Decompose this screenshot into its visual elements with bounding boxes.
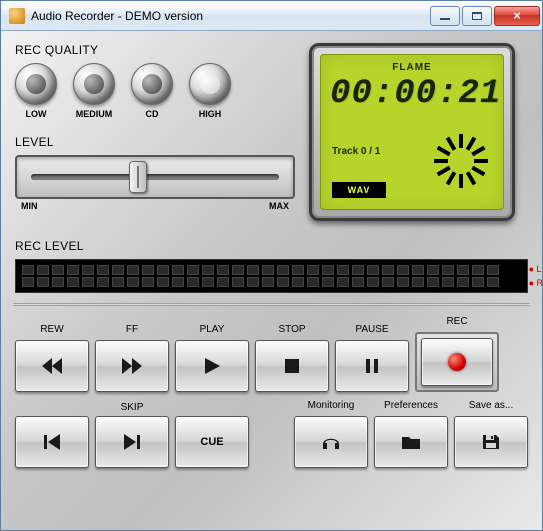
level-label: LEVEL <box>15 135 295 149</box>
folder-icon <box>399 432 423 452</box>
pause-button[interactable] <box>335 340 409 392</box>
saveas-label: Save as... <box>469 400 513 414</box>
stop-label: STOP <box>278 324 305 338</box>
play-label: PLAY <box>200 324 225 338</box>
bottom-controls: SKIP CUE Monitoring Preferences Sav <box>15 400 528 468</box>
lcd-time: 00:00:21 <box>330 75 494 113</box>
lcd-display-frame: FLAME 00:00:21 Track 0 / 1 WAV <box>309 43 515 221</box>
quality-cd-knob[interactable] <box>131 63 173 105</box>
quality-high-label: HIGH <box>199 109 222 119</box>
rewind-button[interactable] <box>15 340 89 392</box>
headphones-icon <box>319 432 343 452</box>
monitoring-button[interactable] <box>294 416 368 468</box>
app-icon <box>9 8 25 24</box>
window-title: Audio Recorder - DEMO version <box>31 9 430 23</box>
level-slider-thumb[interactable] <box>129 161 147 193</box>
preferences-label: Preferences <box>384 400 438 414</box>
app-window: Audio Recorder - DEMO version × REC QUAL… <box>0 0 543 531</box>
lcd-title: FLAME <box>330 62 494 73</box>
meter-right-channel <box>22 277 521 287</box>
divider <box>13 303 530 306</box>
quality-selector: LOW MEDIUM CD HIGH <box>15 63 295 119</box>
rec-level-meter: L R <box>15 259 528 293</box>
record-button-frame <box>415 332 499 392</box>
meter-left-channel <box>22 265 521 275</box>
main-panel: REC QUALITY LOW MEDIUM CD HIGH LEVEL MIN <box>1 31 542 530</box>
stop-button[interactable] <box>255 340 329 392</box>
transport-controls: REW FF PLAY STOP PAUSE REC <box>15 316 528 392</box>
lcd-display: FLAME 00:00:21 Track 0 / 1 WAV <box>320 54 504 210</box>
skip-prev-button[interactable] <box>15 416 89 468</box>
level-slider[interactable] <box>15 155 295 199</box>
record-button[interactable] <box>421 338 493 386</box>
maximize-button[interactable] <box>462 6 492 26</box>
lcd-track: Track 0 / 1 <box>332 146 380 157</box>
meter-channel-labels: L R <box>529 262 543 290</box>
quality-medium-knob[interactable] <box>73 63 115 105</box>
pause-label: PAUSE <box>355 324 388 338</box>
titlebar[interactable]: Audio Recorder - DEMO version × <box>1 1 542 31</box>
skip-label: SKIP <box>15 402 249 416</box>
floppy-icon <box>479 432 503 452</box>
level-min-label: MIN <box>21 201 38 211</box>
activity-icon <box>434 134 488 188</box>
monitoring-label: Monitoring <box>308 400 355 414</box>
rec-level-label: REC LEVEL <box>15 239 528 253</box>
quality-cd-label: CD <box>146 109 159 119</box>
ff-label: FF <box>126 324 138 338</box>
play-button[interactable] <box>175 340 249 392</box>
skip-next-button[interactable] <box>95 416 169 468</box>
record-icon <box>448 353 466 371</box>
rec-label: REC <box>446 316 467 330</box>
save-as-button[interactable] <box>454 416 528 468</box>
preferences-button[interactable] <box>374 416 448 468</box>
rew-label: REW <box>40 324 63 338</box>
fast-forward-button[interactable] <box>95 340 169 392</box>
close-button[interactable]: × <box>494 6 540 26</box>
quality-high-knob[interactable] <box>189 63 231 105</box>
rec-quality-label: REC QUALITY <box>15 43 295 57</box>
level-max-label: MAX <box>269 201 289 211</box>
quality-medium-label: MEDIUM <box>76 109 113 119</box>
quality-low-knob[interactable] <box>15 63 57 105</box>
minimize-button[interactable] <box>430 6 460 26</box>
quality-low-label: LOW <box>26 109 47 119</box>
cue-button[interactable]: CUE <box>175 416 249 468</box>
lcd-format-badge: WAV <box>332 182 386 198</box>
